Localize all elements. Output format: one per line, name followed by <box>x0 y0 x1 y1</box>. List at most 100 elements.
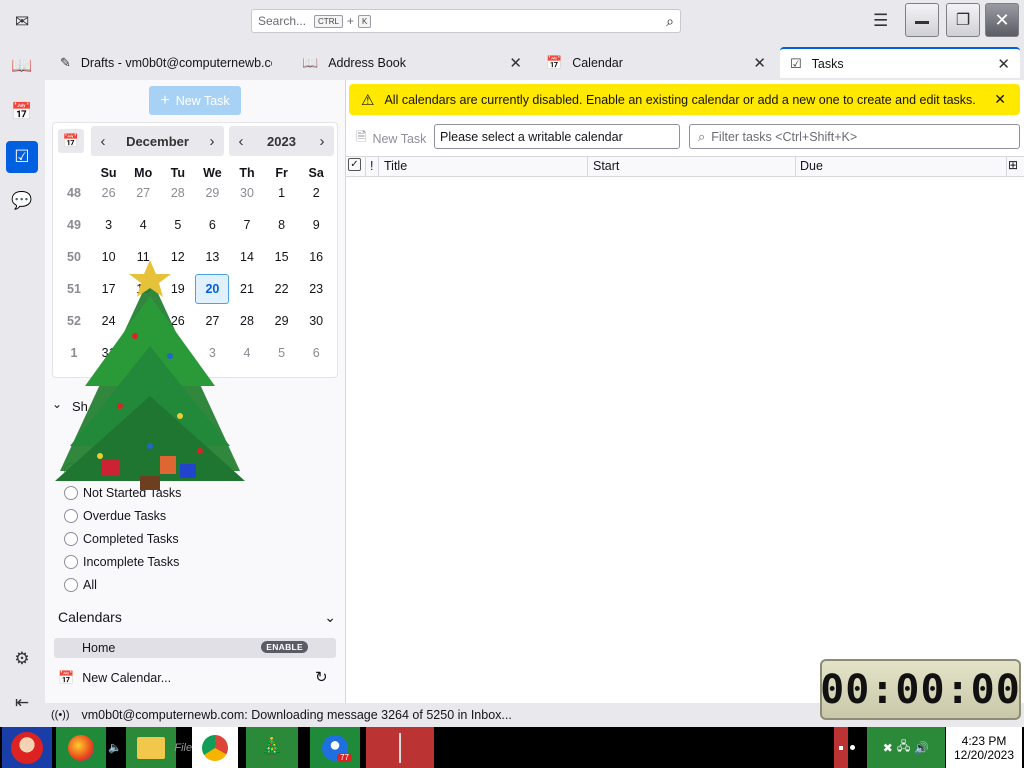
previous-month-icon[interactable]: ‹ <box>91 133 115 150</box>
week-number: 49 <box>67 218 81 232</box>
taskbar-explorer[interactable] <box>126 727 176 768</box>
due-column[interactable]: Due <box>800 159 823 173</box>
new-task-inline-button[interactable]: 🗎 New Task <box>356 128 426 150</box>
online-status-icon[interactable]: ((•)) <box>51 709 70 721</box>
new-calendar-button[interactable]: 📅 New Calendar... <box>58 668 336 688</box>
close-window-button[interactable]: ✕ <box>985 3 1019 37</box>
calendar-day[interactable]: 28 <box>161 178 195 208</box>
global-search-input[interactable]: Search... CTRL + K ⌕ <box>251 9 681 33</box>
column-divider[interactable] <box>1006 157 1007 177</box>
calendar-day[interactable]: 4 <box>126 210 160 240</box>
calendars-label: Calendars <box>58 609 122 625</box>
taskbar-tree-app[interactable]: 🎄 <box>246 727 298 768</box>
tab-calendar[interactable]: 📅 Calendar ✕ <box>536 47 776 78</box>
next-month-icon[interactable]: › <box>200 133 224 150</box>
close-notification-icon[interactable]: ✕ <box>994 91 1006 108</box>
christmas-tree-widget[interactable] <box>30 256 260 496</box>
radio-button[interactable] <box>64 555 78 569</box>
taskbar-firefox[interactable] <box>56 727 106 768</box>
calendar-day[interactable]: 23 <box>299 274 333 304</box>
taskbar-clock[interactable]: 4:23 PM 12/20/2023 <box>946 727 1022 768</box>
countdown-timer-widget[interactable]: 00:00:00 <box>820 659 1021 720</box>
calendar-day[interactable]: 6 <box>299 338 333 368</box>
filter-tasks-input[interactable]: ⌕ Filter tasks <Ctrl+Shift+K> <box>689 124 1020 149</box>
title-column[interactable]: Title <box>384 159 407 173</box>
tab-drafts[interactable]: ✎ Drafts - vm0b0t@computernewb.com <box>50 47 282 78</box>
tab-label: Calendar <box>572 55 623 70</box>
calendar-space-button[interactable]: 📅 <box>6 96 38 128</box>
calendar-day[interactable]: 5 <box>161 210 195 240</box>
calendar-day[interactable]: 5 <box>265 338 299 368</box>
radio-button[interactable] <box>64 578 78 592</box>
taskbar-red-app[interactable] <box>366 727 434 768</box>
calendar-day[interactable]: 1 <box>265 178 299 208</box>
column-divider[interactable] <box>587 157 588 177</box>
calendar-day[interactable]: 26 <box>92 178 126 208</box>
checkbox-column-icon[interactable]: ✓ <box>348 158 361 171</box>
new-task-label: New Task <box>175 93 230 108</box>
previous-year-icon[interactable]: ‹ <box>229 133 253 150</box>
enable-calendar-button[interactable]: ENABLE <box>261 641 308 653</box>
next-year-icon[interactable]: › <box>310 133 334 150</box>
calendar-day[interactable]: 16 <box>299 242 333 272</box>
calendars-section-header[interactable]: Calendars ⌄ <box>58 607 336 627</box>
calendar-select-field[interactable]: Please select a writable calendar <box>434 124 680 149</box>
calendar-day[interactable]: 22 <box>265 274 299 304</box>
menu-icon[interactable]: ☰ <box>873 11 888 31</box>
system-tray[interactable]: ✖ 🖧 🔊 <box>867 727 945 768</box>
task-filter-option[interactable]: Overdue Tasks <box>64 506 166 526</box>
speaker-icon: 🔈 <box>108 742 122 754</box>
task-filter-option[interactable]: Incomplete Tasks <box>64 552 179 572</box>
mail-space-button[interactable]: ✉ <box>6 6 38 38</box>
new-task-button[interactable]: + New Task <box>149 86 241 115</box>
taskbar-thunderbird[interactable]: 77 <box>310 727 360 768</box>
calendar-day[interactable]: 6 <box>195 210 229 240</box>
taskbar-chrome[interactable] <box>192 727 238 768</box>
tray-dot <box>846 727 858 768</box>
calendar-day[interactable]: 9 <box>299 210 333 240</box>
calendar-day[interactable]: 27 <box>126 178 160 208</box>
calendar-day[interactable]: 2 <box>299 178 333 208</box>
start-button[interactable] <box>2 727 52 768</box>
calendar-item-home[interactable]: Home ENABLE <box>54 638 336 658</box>
task-filter-label: Completed Tasks <box>83 532 179 546</box>
restore-button[interactable]: ❐ <box>946 3 980 37</box>
dot-icon <box>849 745 855 750</box>
taskbar-volume-icon[interactable]: 🔈 <box>108 727 122 768</box>
tasks-space-button[interactable]: ☑ <box>6 141 38 173</box>
close-tab-icon[interactable]: ✕ <box>509 54 522 72</box>
task-filter-option[interactable]: Completed Tasks <box>64 529 179 549</box>
task-filter-option[interactable]: All <box>64 575 97 595</box>
tray-icon <box>839 745 843 750</box>
calendar-day[interactable]: 15 <box>265 242 299 272</box>
radio-button[interactable] <box>64 532 78 546</box>
address-book-space-button[interactable]: 📖 <box>6 50 38 82</box>
search-icon[interactable]: ⌕ <box>666 13 674 30</box>
close-tab-icon[interactable]: ✕ <box>997 55 1010 73</box>
calendar-day[interactable]: 29 <box>265 306 299 336</box>
start-column[interactable]: Start <box>593 159 619 173</box>
calendar-day[interactable]: 30 <box>230 178 264 208</box>
collapse-spaces-button[interactable]: ⇤ <box>6 687 38 719</box>
column-divider[interactable] <box>365 157 366 177</box>
settings-button[interactable]: ⚙ <box>6 643 38 675</box>
chrome-icon <box>202 734 228 761</box>
column-divider[interactable] <box>378 157 379 177</box>
radio-button[interactable] <box>64 509 78 523</box>
chat-space-button[interactable]: 💬 <box>6 185 38 217</box>
today-button[interactable]: 📅 <box>58 129 84 153</box>
tab-label: Address Book <box>328 55 407 70</box>
tab-address-book[interactable]: 📖 Address Book ✕ <box>292 47 532 78</box>
calendar-day[interactable]: 8 <box>265 210 299 240</box>
close-tab-icon[interactable]: ✕ <box>753 54 766 72</box>
column-divider[interactable] <box>795 157 796 177</box>
calendar-day[interactable]: 3 <box>92 210 126 240</box>
calendar-day[interactable]: 29 <box>195 178 229 208</box>
tab-tasks[interactable]: ☑ Tasks ✕ <box>780 47 1020 78</box>
calendar-day[interactable]: 30 <box>299 306 333 336</box>
minimize-button[interactable] <box>905 3 939 37</box>
column-picker-icon[interactable]: ⊞ <box>1008 158 1018 172</box>
priority-column[interactable]: ! <box>370 159 373 173</box>
calendar-day[interactable]: 7 <box>230 210 264 240</box>
refresh-icon[interactable]: ↻ <box>315 668 328 686</box>
